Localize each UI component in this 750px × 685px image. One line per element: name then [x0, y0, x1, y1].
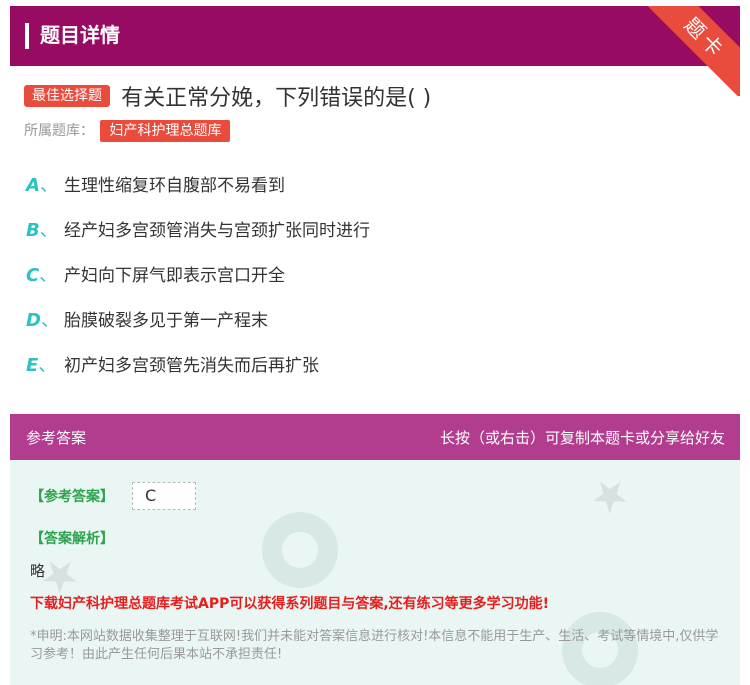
question-text: 有关正常分娩，下列错误的是( )	[121, 86, 432, 111]
question-bank-prefix: 所属题库：	[24, 123, 94, 139]
share-hint: 长按（或右击）可复制本题卡或分享给好友	[439, 429, 725, 447]
header-accent-bar	[25, 23, 29, 49]
option-text: 经产妇多宫颈管消失与宫颈扩张同时进行	[64, 221, 370, 241]
answer-value: C	[132, 482, 196, 510]
answer-panel: ★ ★ 【参考答案】 C 【答案解析】 略 下载妇产科护理总题库考试APP可以获…	[10, 460, 740, 685]
options-list: A、 生理性缩复环自腹部不易看到 B、 经产妇多宫颈管消失与宫颈扩张同时进行 C…	[26, 172, 726, 397]
question-bank-row: 所属题库： 妇产科护理总题库	[24, 120, 231, 142]
option-text: 胎膜破裂多见于第一产程末	[64, 311, 268, 331]
option-b[interactable]: B、 经产妇多宫颈管消失与宫颈扩张同时进行	[26, 217, 726, 262]
option-c[interactable]: C、 产妇向下屏气即表示宫口开全	[26, 262, 726, 307]
answer-section-bar: 参考答案 长按（或右击）可复制本题卡或分享给好友	[10, 414, 740, 460]
header: 题目详情 题卡	[10, 6, 740, 96]
answer-label: 【参考答案】	[30, 489, 114, 505]
question-type-badge: 最佳选择题	[24, 85, 110, 107]
option-e[interactable]: E、 初产妇多宫颈管先消失而后再扩张	[26, 352, 726, 397]
app-download-promo[interactable]: 下载妇产科护理总题库考试APP可以获得系列题目与答案,还有练习等更多学习功能!	[30, 593, 549, 613]
option-letter: E、	[26, 355, 57, 376]
option-a[interactable]: A、 生理性缩复环自腹部不易看到	[26, 172, 726, 217]
option-text: 生理性缩复环自腹部不易看到	[64, 176, 285, 196]
explanation-label: 【答案解析】	[30, 531, 114, 547]
page-title: 题目详情	[40, 23, 120, 47]
option-letter: D、	[26, 310, 59, 331]
watermark-glyph-icon: ★	[578, 463, 641, 528]
watermark-logo-icon	[262, 512, 338, 588]
option-d[interactable]: D、 胎膜破裂多见于第一产程末	[26, 307, 726, 352]
explanation-text: 略	[30, 562, 46, 580]
answer-section-title: 参考答案	[26, 429, 87, 447]
option-letter: C、	[26, 265, 58, 286]
disclaimer-text: *申明:本网站数据收集整理于互联网!我们并未能对答案信息进行核对!本信息不能用于…	[30, 629, 719, 662]
option-text: 初产妇多宫颈管先消失而后再扩张	[64, 356, 319, 376]
question-stem: 最佳选择题 有关正常分娩，下列错误的是( )	[24, 80, 724, 112]
question-bank-link[interactable]: 妇产科护理总题库	[100, 120, 231, 142]
option-letter: A、	[26, 175, 58, 196]
option-text: 产妇向下屏气即表示宫口开全	[64, 266, 285, 286]
option-letter: B、	[26, 220, 58, 241]
